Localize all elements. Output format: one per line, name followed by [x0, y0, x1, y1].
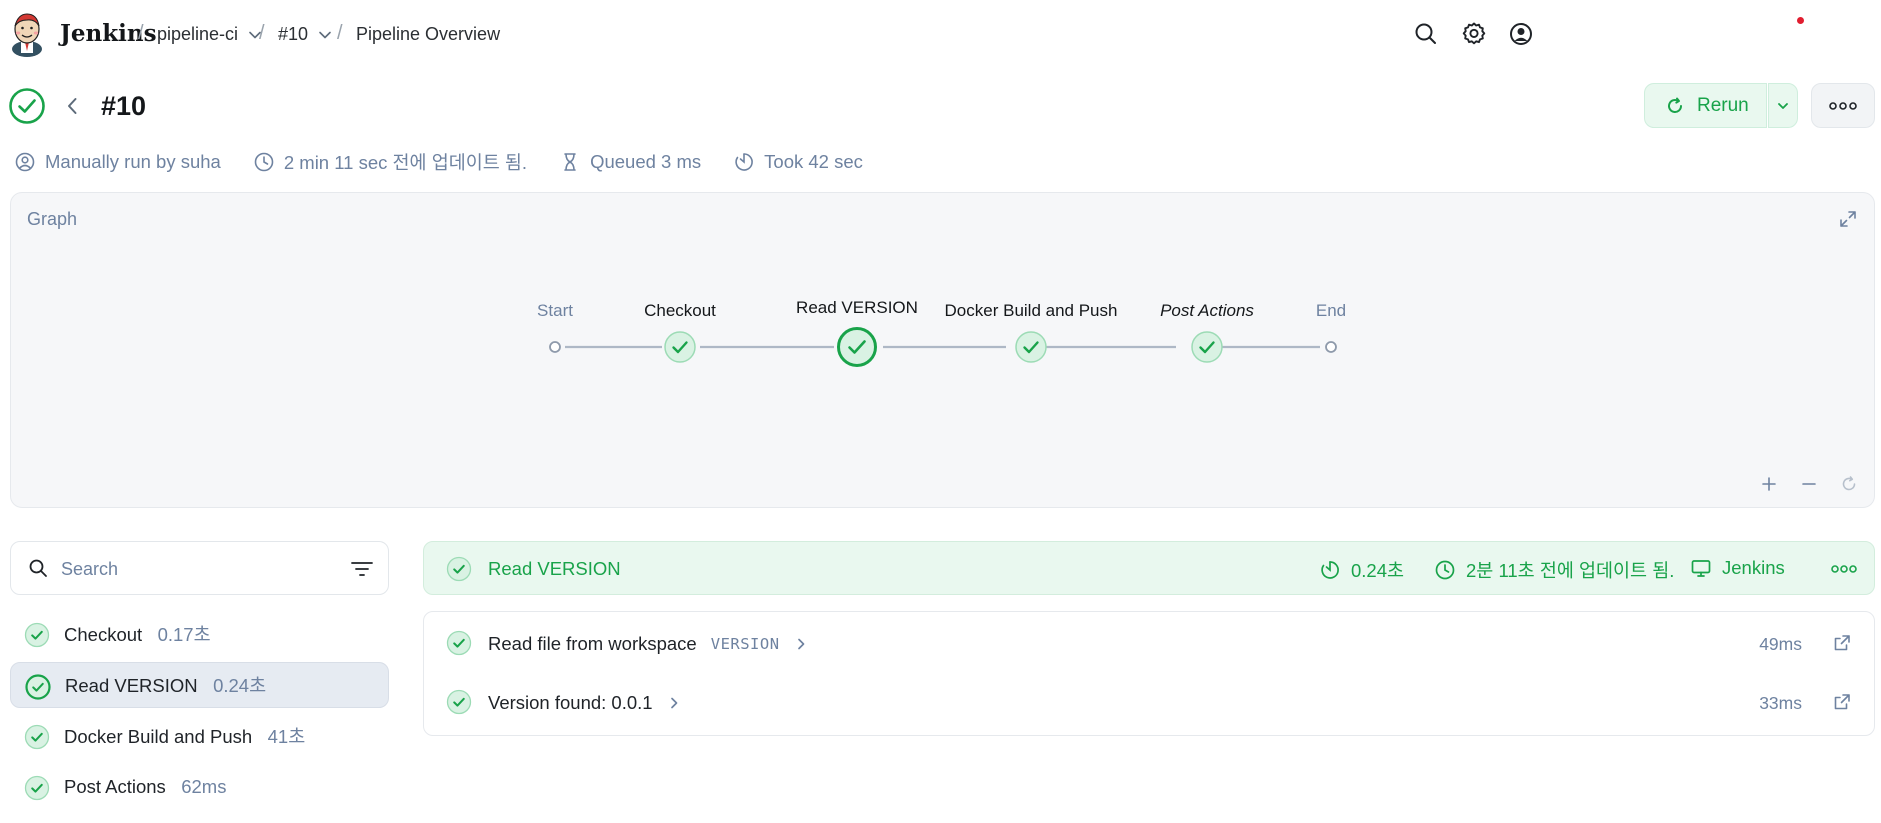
rerun-button[interactable]: Rerun	[1644, 83, 1767, 128]
stage-duration-meta: 0.24초	[1319, 557, 1404, 583]
breadcrumb-item-overview[interactable]: Pipeline Overview	[356, 24, 500, 45]
rerun-dropdown-button[interactable]	[1768, 83, 1798, 128]
success-check-icon	[24, 775, 50, 801]
rerun-label: Rerun	[1697, 94, 1749, 116]
user-icon[interactable]	[1507, 20, 1535, 48]
hourglass-icon	[564, 153, 576, 171]
success-check-icon	[24, 724, 50, 750]
more-dots-icon[interactable]	[1830, 560, 1858, 578]
clock-icon	[1435, 560, 1455, 580]
build-success-icon	[8, 87, 46, 125]
step-row[interactable]: Version found: 0.0.1 33ms	[424, 673, 1874, 731]
step-name: Read file from workspace VERSION	[488, 633, 808, 655]
meta-run-by: Manually run by suha	[14, 151, 221, 173]
stage-list-item-docker-build[interactable]: Docker Build and Push 41초	[10, 713, 389, 759]
chevron-right-icon[interactable]	[667, 696, 681, 710]
search-icon[interactable]	[1412, 20, 1440, 48]
stage-list-label: Docker Build and Push 41초	[64, 726, 306, 747]
graph-label-end: End	[1315, 301, 1347, 320]
graph-panel: Graph Start Checkout Read VERSION Docker…	[10, 192, 1875, 508]
build-title: #10	[101, 91, 147, 121]
success-check-icon	[24, 622, 50, 648]
refresh-icon	[1668, 97, 1682, 113]
back-arrow-icon[interactable]	[62, 95, 84, 117]
graph-node-end	[1325, 341, 1337, 353]
breadcrumb-label: #10	[278, 24, 309, 44]
stage-duration: 41초	[267, 726, 306, 747]
zoom-controls	[1758, 473, 1860, 495]
timer-icon	[1321, 561, 1339, 579]
build-meta-row: Manually run by suha 2 min 11 sec 전에 업데이…	[14, 149, 895, 175]
chevron-down-icon	[1778, 102, 1788, 109]
meta-took: Took 42 sec	[733, 151, 863, 173]
external-link-icon[interactable]	[1832, 633, 1852, 653]
notification-badge	[1797, 17, 1804, 24]
meta-queued: Queued 3 ms	[559, 151, 701, 173]
stage-search-input[interactable]	[61, 554, 331, 584]
graph-node-docker-build[interactable]	[1015, 331, 1047, 363]
success-check-icon	[446, 630, 472, 656]
stage-duration: 62ms	[181, 776, 227, 797]
stage-list-item-read-version[interactable]: Read VERSION 0.24초	[10, 662, 389, 708]
selected-stage-header: Read VERSION 0.24초 2분 11초 전에 업데이트 됨. Jen…	[423, 541, 1875, 595]
stage-duration: 0.24초	[213, 675, 267, 696]
breadcrumb-label: Pipeline Overview	[356, 24, 501, 44]
step-argument: VERSION	[710, 635, 780, 653]
timer-icon	[735, 153, 754, 171]
filter-icon[interactable]	[350, 558, 374, 580]
more-options-button[interactable]	[1811, 83, 1875, 128]
stage-list-item-post-actions[interactable]: Post Actions 62ms	[10, 764, 389, 810]
step-duration: 33ms	[1759, 693, 1802, 713]
stage-agent-meta[interactable]: Jenkins	[1690, 557, 1785, 579]
minus-icon[interactable]	[1798, 473, 1820, 495]
stage-updated-meta: 2분 11초 전에 업데이트 됨.	[1434, 557, 1674, 583]
breadcrumb-label: pipeline-ci	[157, 24, 239, 44]
success-check-icon	[446, 689, 472, 715]
external-link-icon[interactable]	[1832, 692, 1852, 712]
success-check-icon	[446, 556, 472, 582]
reset-icon[interactable]	[1838, 473, 1860, 495]
breadcrumb-item-pipeline[interactable]: pipeline-ci	[157, 24, 262, 45]
top-bar: Jenkins / pipeline-ci / #10 / Pipeline O…	[0, 0, 1881, 68]
breadcrumb-separator: /	[138, 22, 144, 44]
graph-node-read-version[interactable]	[837, 327, 877, 367]
graph-label-checkout[interactable]: Checkout	[644, 301, 716, 321]
step-list: Read file from workspace VERSION 49ms Ve…	[423, 611, 1875, 736]
stage-duration: 0.17초	[157, 624, 211, 645]
meta-updated: 2 min 11 sec 전에 업데이트 됨.	[253, 149, 527, 175]
user-circle-icon	[15, 152, 35, 172]
pipeline-graph	[549, 327, 1337, 367]
monitor-icon	[1691, 560, 1711, 577]
step-duration: 49ms	[1759, 634, 1802, 654]
success-check-icon	[25, 674, 51, 700]
stage-list-label: Checkout 0.17초	[64, 624, 211, 645]
graph-label-post-actions[interactable]: Post Actions	[1160, 301, 1254, 321]
step-name: Version found: 0.0.1	[488, 692, 681, 714]
stage-list-item-checkout[interactable]: Checkout 0.17초	[10, 611, 389, 657]
stage-list-label: Post Actions 62ms	[64, 776, 227, 797]
step-row[interactable]: Read file from workspace VERSION 49ms	[424, 614, 1874, 672]
gear-icon[interactable]	[1460, 20, 1488, 48]
clock-icon	[254, 152, 274, 172]
breadcrumb-separator: /	[259, 22, 265, 44]
search-icon	[27, 557, 49, 579]
plus-icon[interactable]	[1758, 473, 1780, 495]
jenkins-logo-icon[interactable]	[8, 11, 46, 57]
chevron-down-icon[interactable]	[318, 28, 332, 42]
breadcrumb-separator: /	[337, 22, 343, 44]
graph-label-read-version[interactable]: Read VERSION	[796, 298, 918, 318]
graph-node-start	[549, 341, 561, 353]
breadcrumb-item-build[interactable]: #10	[278, 24, 332, 45]
chevron-right-icon[interactable]	[794, 637, 808, 651]
more-dots-icon	[1829, 101, 1857, 110]
graph-label-start: Start	[537, 301, 573, 320]
stage-list-label: Read VERSION 0.24초	[65, 675, 267, 696]
stage-search-box	[10, 541, 389, 595]
graph-node-post-actions[interactable]	[1191, 331, 1223, 363]
graph-node-checkout[interactable]	[664, 331, 696, 363]
selected-stage-title: Read VERSION	[488, 558, 621, 579]
graph-label-docker-build[interactable]: Docker Build and Push	[945, 301, 1118, 321]
